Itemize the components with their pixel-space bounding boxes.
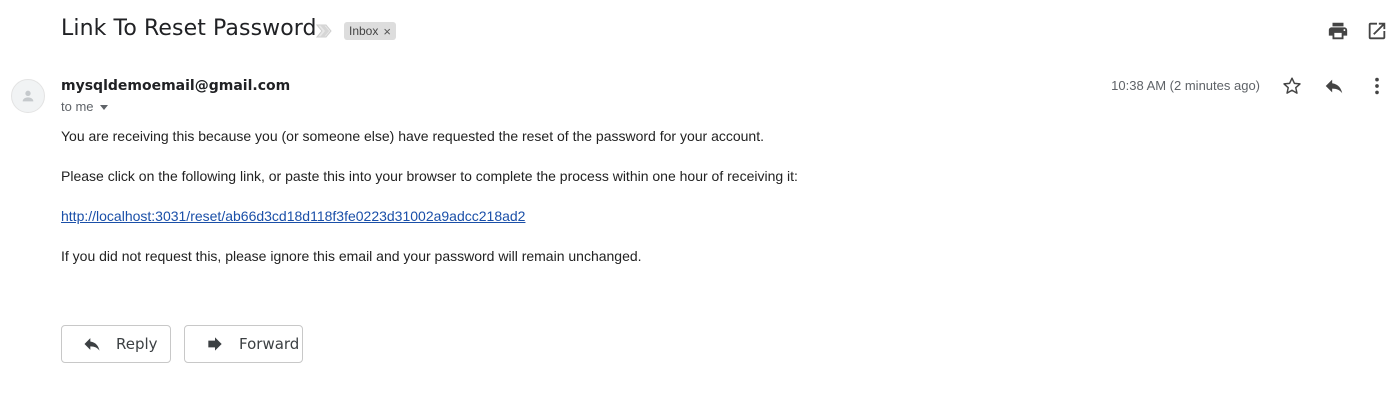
inbox-label-chip[interactable]: Inbox × — [344, 22, 396, 40]
reply-button-label: Reply — [116, 335, 158, 353]
reply-button[interactable]: Reply — [61, 325, 171, 363]
forward-icon — [208, 337, 222, 351]
email-subject: Link To Reset Password — [61, 16, 317, 41]
star-icon[interactable] — [1281, 75, 1303, 97]
email-timestamp: 10:38 AM (2 minutes ago) — [1111, 78, 1260, 93]
email-body-line-1: You are receiving this because you (or s… — [61, 128, 765, 144]
print-icon[interactable] — [1327, 20, 1349, 42]
email-body-line-2: Please click on the following link, or p… — [61, 168, 798, 184]
recipient-label: to me — [61, 99, 94, 114]
recipient-details[interactable]: to me — [61, 99, 108, 114]
forward-button[interactable]: Forward — [184, 325, 303, 363]
email-view: Link To Reset Password Inbox × mysqldemo… — [0, 0, 1400, 414]
default-avatar-icon — [22, 90, 34, 102]
reply-icon[interactable] — [1323, 75, 1345, 97]
reply-icon — [84, 338, 100, 351]
chevron-down-icon[interactable] — [99, 104, 108, 110]
sender-avatar[interactable] — [11, 79, 45, 113]
sender-email[interactable]: mysqldemoemail@gmail.com — [61, 78, 290, 94]
importance-marker-icon[interactable] — [316, 24, 334, 38]
email-body-line-3: If you did not request this, please igno… — [61, 248, 642, 264]
forward-button-label: Forward — [239, 335, 300, 353]
open-in-new-window-icon[interactable] — [1366, 20, 1388, 42]
label-chip-text: Inbox — [349, 24, 379, 38]
remove-label-icon[interactable]: × — [383, 25, 391, 38]
reset-password-link[interactable]: http://localhost:3031/reset/ab66d3cd18d1… — [61, 208, 525, 224]
more-vertical-icon[interactable] — [1366, 75, 1388, 97]
